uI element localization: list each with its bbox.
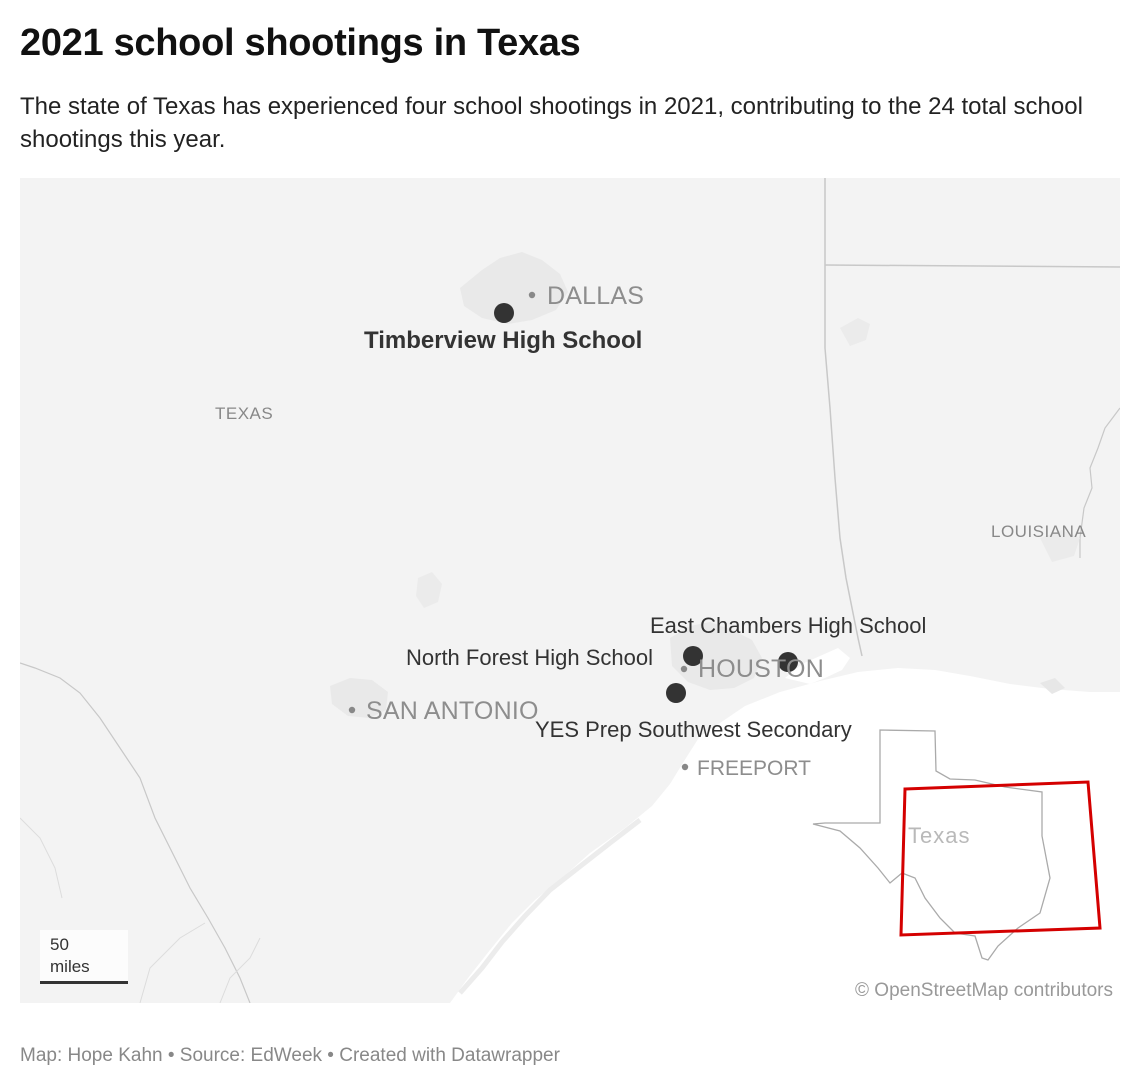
city-dot-dallas <box>528 291 536 299</box>
city-label-freeport: FREEPORT <box>697 757 811 780</box>
scale-unit: miles <box>50 957 90 976</box>
marker-timberview[interactable] <box>494 303 514 323</box>
school-label-timberview: Timberview High School <box>364 327 643 354</box>
map-attribution[interactable]: © OpenStreetMap contributors <box>855 980 1113 1002</box>
marker-yes-prep[interactable] <box>666 683 686 703</box>
page-title: 2021 school shootings in Texas <box>20 22 581 64</box>
scale-value: 50 <box>50 935 69 954</box>
city-dot-san-antonio <box>348 706 356 714</box>
city-label-houston: HOUSTON <box>698 655 824 683</box>
school-label-north-forest: North Forest High School <box>406 645 653 670</box>
footer-credits: Map: Hope Kahn • Source: EdWeek • Create… <box>20 1045 560 1066</box>
city-label-dallas: DALLAS <box>547 282 645 310</box>
map[interactable]: DALLAS Timberview High School TEXAS LOUI… <box>20 178 1120 1003</box>
school-label-east-chambers: East Chambers High School <box>650 613 927 638</box>
city-label-san-antonio: SAN ANTONIO <box>366 697 539 725</box>
city-dot-houston <box>680 665 688 673</box>
region-label-texas: TEXAS <box>215 404 274 423</box>
inset-label-texas: Texas <box>908 823 971 848</box>
page-subtitle: The state of Texas has experienced four … <box>20 93 1083 153</box>
region-label-louisiana: LOUISIANA <box>991 522 1087 541</box>
scale-bar: 50 miles <box>40 930 128 984</box>
city-dot-freeport <box>681 763 689 771</box>
school-label-yes-prep: YES Prep Southwest Secondary <box>535 717 852 742</box>
